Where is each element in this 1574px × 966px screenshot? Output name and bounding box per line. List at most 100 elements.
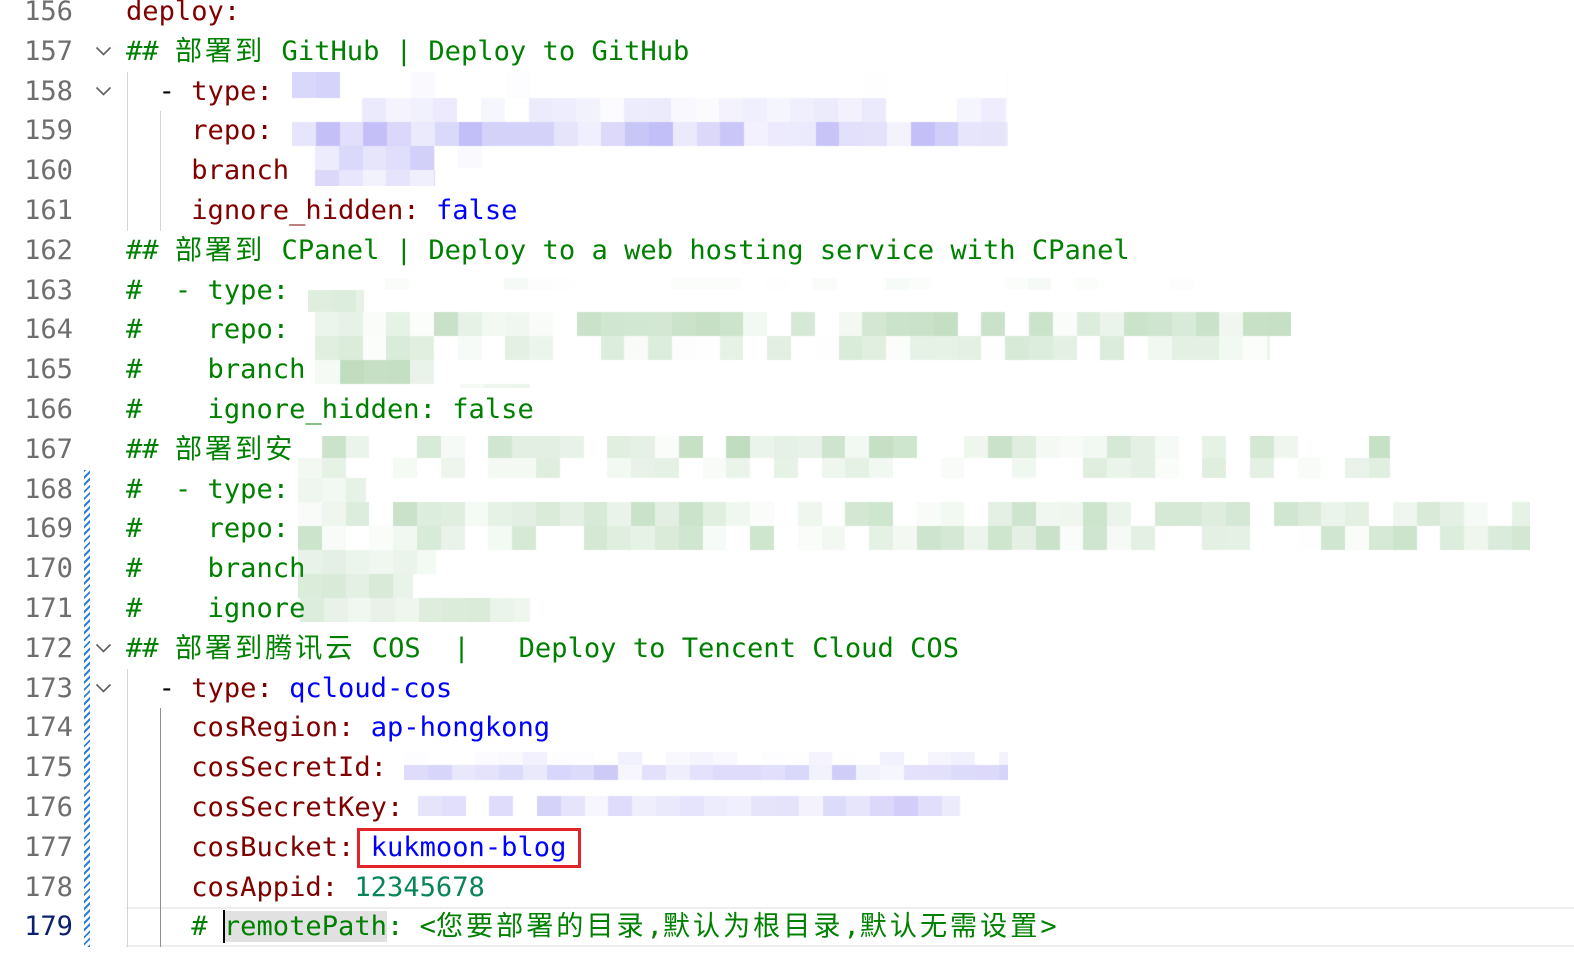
- line-number[interactable]: 165: [0, 350, 73, 390]
- code-text[interactable]: # branch: [126, 549, 305, 589]
- code-line[interactable]: 176 cosSecretKey:: [0, 788, 1574, 828]
- code-text[interactable]: ## 部署到腾讯云 COS | Deploy to Tencent Cloud …: [126, 629, 959, 669]
- code-line[interactable]: 172 ## 部署到腾讯云 COS | Deploy to Tencent Clo…: [0, 629, 1574, 669]
- yaml-comment: >: [1040, 911, 1057, 943]
- chevron-down-icon[interactable]: [95, 86, 112, 97]
- code-line[interactable]: 157 ## 部署到 GitHub | Deploy to GitHub: [0, 32, 1574, 72]
- line-number[interactable]: 166: [0, 390, 73, 430]
- code-line[interactable]: 158 - type:: [0, 72, 1574, 112]
- yaml-key: ignore_hidden:: [126, 195, 436, 226]
- code-text[interactable]: # repo:: [126, 310, 289, 350]
- line-number[interactable]: 170: [0, 549, 73, 589]
- code-text[interactable]: ## 部署到 GitHub | Deploy to GitHub: [126, 32, 689, 72]
- yaml-key: cosAppid:: [126, 871, 355, 903]
- code-text[interactable]: ignore_hidden: false: [126, 191, 517, 231]
- code-text[interactable]: deploy:: [126, 0, 240, 32]
- line-number[interactable]: 164: [0, 310, 73, 350]
- code-text[interactable]: cosAppid: 12345678: [126, 868, 485, 908]
- line-number[interactable]: 159: [0, 111, 73, 151]
- code-line[interactable]: 175 cosSecretId:: [0, 748, 1574, 788]
- code-text[interactable]: # ignore_hidden: false: [126, 390, 534, 430]
- code-text[interactable]: ## 部署到安: [126, 430, 295, 470]
- code-line[interactable]: 159 repo:: [0, 111, 1574, 151]
- code-text[interactable]: # repo:: [126, 509, 289, 549]
- code-text[interactable]: # - type:: [126, 271, 289, 311]
- code-text[interactable]: - type: qcloud-cos: [126, 669, 453, 709]
- yaml-comment: # ignore_hidden: false: [126, 394, 534, 425]
- code-text[interactable]: # remotePath: <您要部署的目录,默认为根目录,默认无需设置>: [126, 907, 1057, 947]
- code-text[interactable]: - type:: [126, 72, 273, 112]
- yaml-comment: CPanel | Deploy to a web hosting service…: [265, 234, 1130, 266]
- yaml-comment: 部署到安: [174, 433, 296, 465]
- code-line[interactable]: 165 # branch: [0, 350, 1574, 390]
- code-line[interactable]: 170 # branch: [0, 549, 1574, 589]
- chevron-down-icon[interactable]: [95, 643, 112, 654]
- line-number[interactable]: 175: [0, 748, 73, 788]
- yaml-sequence-dash: -: [126, 75, 192, 107]
- code-line[interactable]: 168 # - type:: [0, 470, 1574, 510]
- chevron-down-icon[interactable]: [95, 683, 112, 694]
- line-number[interactable]: 169: [0, 509, 73, 549]
- yaml-comment: ##: [126, 632, 175, 664]
- line-number[interactable]: 179: [0, 907, 73, 947]
- line-number[interactable]: 160: [0, 151, 73, 191]
- line-number[interactable]: 177: [0, 828, 73, 868]
- code-text[interactable]: # - type:: [126, 470, 289, 510]
- line-number[interactable]: 176: [0, 788, 73, 828]
- code-text[interactable]: cosSecretId:: [126, 748, 387, 788]
- line-number[interactable]: 171: [0, 589, 73, 629]
- code-line[interactable]: 169 # repo:: [0, 509, 1574, 549]
- line-number[interactable]: 157: [0, 32, 73, 72]
- code-line[interactable]: 177 cosBucket: kukmoon-blog: [0, 827, 1574, 868]
- yaml-string-value: qcloud-cos: [289, 672, 453, 704]
- code-text[interactable]: repo:: [126, 111, 273, 151]
- yaml-key: cosSecretKey:: [126, 792, 404, 823]
- chevron-down-icon[interactable]: [95, 46, 112, 57]
- yaml-key: deploy:: [126, 0, 241, 27]
- code-line[interactable]: 161 ignore_hidden: false: [0, 191, 1574, 231]
- code-text[interactable]: cosRegion: ap-hongkong: [126, 708, 550, 748]
- line-number[interactable]: 156: [0, 0, 73, 32]
- yaml-comment: ##: [126, 433, 175, 465]
- code-line[interactable]: 171 # ignore: [0, 589, 1574, 629]
- code-text[interactable]: # ignore: [126, 589, 305, 629]
- yaml-comment: # repo:: [126, 314, 290, 346]
- code-text[interactable]: cosBucket: kukmoon-blog: [126, 827, 582, 868]
- yaml-comment: 部署到: [174, 234, 266, 266]
- yaml-comment: ##: [126, 234, 175, 266]
- line-number[interactable]: 158: [0, 72, 73, 112]
- line-number[interactable]: 174: [0, 708, 73, 748]
- line-number[interactable]: 172: [0, 629, 73, 669]
- code-text[interactable]: branch: [126, 151, 289, 191]
- line-number[interactable]: 173: [0, 669, 73, 709]
- code-text[interactable]: cosSecretKey:: [126, 788, 403, 828]
- line-number[interactable]: 178: [0, 868, 73, 908]
- yaml-comment: ##: [126, 35, 175, 67]
- code-line[interactable]: 156 deploy:: [0, 0, 1574, 32]
- yaml-comment: 您要部署的目录: [435, 911, 647, 943]
- code-line[interactable]: 163 # - type:: [0, 271, 1574, 311]
- code-line[interactable]: 174 cosRegion: ap-hongkong: [0, 708, 1574, 748]
- yaml-comment: ,: [843, 911, 860, 943]
- line-number[interactable]: 163: [0, 271, 73, 311]
- line-number[interactable]: 162: [0, 231, 73, 271]
- line-number[interactable]: 161: [0, 191, 73, 231]
- yaml-number-value: 12345678: [354, 871, 485, 903]
- code-text[interactable]: # branch: [126, 350, 305, 390]
- line-number[interactable]: 168: [0, 470, 73, 510]
- code-line[interactable]: 164 # repo:: [0, 310, 1574, 350]
- code-line[interactable]: 162 ## 部署到 CPanel | Deploy to a web hosti…: [0, 231, 1574, 271]
- code-editor[interactable]: 156 deploy: 157 ## 部署到 GitHub | Deploy to G…: [0, 0, 1574, 948]
- code-line[interactable]: 178 cosAppid: 12345678: [0, 868, 1574, 908]
- yaml-comment: # ignore: [126, 593, 306, 624]
- code-text[interactable]: ## 部署到 CPanel | Deploy to a web hosting …: [126, 231, 1130, 271]
- code-line[interactable]: 160 branch: [0, 151, 1574, 191]
- line-number[interactable]: 167: [0, 430, 73, 470]
- yaml-key: type:: [191, 672, 290, 704]
- code-line-current[interactable]: 179 # remotePath: <您要部署的目录,默认为根目录,默认无需设置…: [0, 907, 1574, 947]
- code-line[interactable]: 173 - type: qcloud-cos: [0, 669, 1574, 709]
- code-line[interactable]: 166 # ignore_hidden: false: [0, 390, 1574, 430]
- yaml-comment: 默认无需设置: [859, 911, 1041, 943]
- yaml-sequence-dash: -: [126, 672, 192, 704]
- code-line[interactable]: 167 ## 部署到安: [0, 430, 1574, 470]
